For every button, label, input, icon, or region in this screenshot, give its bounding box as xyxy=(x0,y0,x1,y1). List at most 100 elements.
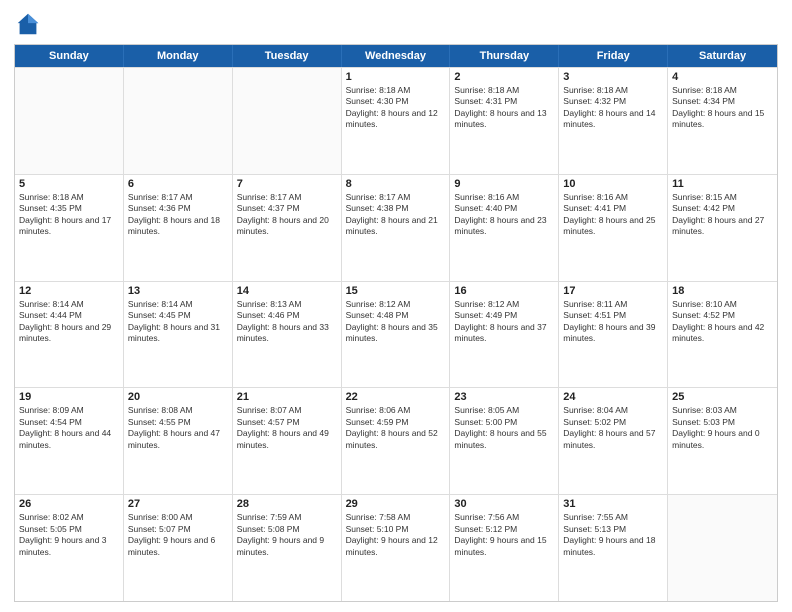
day-info: Sunrise: 8:09 AM Sunset: 4:54 PM Dayligh… xyxy=(19,405,119,451)
header-day-thursday: Thursday xyxy=(450,45,559,67)
calendar-day-13: 13 Sunrise: 8:14 AM Sunset: 4:45 PM Dayli… xyxy=(124,282,233,388)
day-number: 29 xyxy=(346,498,446,510)
day-info: Sunrise: 8:03 AM Sunset: 5:03 PM Dayligh… xyxy=(672,405,773,451)
header-day-tuesday: Tuesday xyxy=(233,45,342,67)
calendar-day-27: 27Sunrise: 8:00 AM Sunset: 5:07 PM Dayli… xyxy=(124,495,233,601)
day-info: Sunrise: 8:14 AM Sunset: 4:45 PM Dayligh… xyxy=(128,299,228,345)
calendar-day-25: 25Sunrise: 8:03 AM Sunset: 5:03 PM Dayli… xyxy=(668,388,777,494)
header-day-wednesday: Wednesday xyxy=(342,45,451,67)
calendar-day-24: 24 Sunrise: 8:04 AM Sunset: 5:02 PM Dayli… xyxy=(559,388,668,494)
day-number: 4 xyxy=(672,71,773,83)
calendar-day-5: 5 Sunrise: 8:18 AM Sunset: 4:35 PM Daylig… xyxy=(15,175,124,281)
header-day-friday: Friday xyxy=(559,45,668,67)
day-number: 11 xyxy=(672,178,773,190)
calendar-day-10: 10 Sunrise: 8:16 AM Sunset: 4:41 PM Dayli… xyxy=(559,175,668,281)
day-info: Sunrise: 8:04 AM Sunset: 5:02 PM Dayligh… xyxy=(563,405,663,451)
day-number: 18 xyxy=(672,285,773,297)
day-info: Sunrise: 8:13 AM Sunset: 4:46 PM Dayligh… xyxy=(237,299,337,345)
calendar-empty xyxy=(668,495,777,601)
day-info: Sunrise: 8:05 AM Sunset: 5:00 PM Dayligh… xyxy=(454,405,554,451)
calendar-day-21: 21 Sunrise: 8:07 AM Sunset: 4:57 PM Dayli… xyxy=(233,388,342,494)
day-info: Sunrise: 8:10 AM Sunset: 4:52 PM Dayligh… xyxy=(672,299,773,345)
day-info: Sunrise: 8:14 AM Sunset: 4:44 PM Dayligh… xyxy=(19,299,119,345)
calendar-day-17: 17 Sunrise: 8:11 AM Sunset: 4:51 PM Dayli… xyxy=(559,282,668,388)
calendar-header: SundayMondayTuesdayWednesdayThursdayFrid… xyxy=(15,45,777,67)
header-day-sunday: Sunday xyxy=(15,45,124,67)
calendar-day-4: 4 Sunrise: 8:18 AM Sunset: 4:34 PM Daylig… xyxy=(668,68,777,174)
day-number: 16 xyxy=(454,285,554,297)
day-number: 10 xyxy=(563,178,663,190)
page-header xyxy=(14,10,778,38)
day-number: 1 xyxy=(346,71,446,83)
calendar-week-4: 19 Sunrise: 8:09 AM Sunset: 4:54 PM Dayli… xyxy=(15,387,777,494)
day-info: Sunrise: 8:18 AM Sunset: 4:30 PM Dayligh… xyxy=(346,85,446,131)
day-number: 23 xyxy=(454,391,554,403)
day-info: Sunrise: 7:55 AM Sunset: 5:13 PM Dayligh… xyxy=(563,512,663,558)
day-info: Sunrise: 8:16 AM Sunset: 4:40 PM Dayligh… xyxy=(454,192,554,238)
day-number: 6 xyxy=(128,178,228,190)
day-info: Sunrise: 8:02 AM Sunset: 5:05 PM Dayligh… xyxy=(19,512,119,558)
day-number: 27 xyxy=(128,498,228,510)
calendar-day-12: 12Sunrise: 8:14 AM Sunset: 4:44 PM Dayli… xyxy=(15,282,124,388)
calendar-week-3: 12Sunrise: 8:14 AM Sunset: 4:44 PM Dayli… xyxy=(15,281,777,388)
calendar-day-8: 8 Sunrise: 8:17 AM Sunset: 4:38 PM Daylig… xyxy=(342,175,451,281)
day-number: 26 xyxy=(19,498,119,510)
day-number: 3 xyxy=(563,71,663,83)
calendar-day-1: 1 Sunrise: 8:18 AM Sunset: 4:30 PM Daylig… xyxy=(342,68,451,174)
calendar-empty xyxy=(15,68,124,174)
day-number: 17 xyxy=(563,285,663,297)
day-info: Sunrise: 8:18 AM Sunset: 4:31 PM Dayligh… xyxy=(454,85,554,131)
day-info: Sunrise: 8:17 AM Sunset: 4:36 PM Dayligh… xyxy=(128,192,228,238)
calendar: SundayMondayTuesdayWednesdayThursdayFrid… xyxy=(14,44,778,602)
calendar-day-15: 15 Sunrise: 8:12 AM Sunset: 4:48 PM Dayli… xyxy=(342,282,451,388)
day-info: Sunrise: 8:07 AM Sunset: 4:57 PM Dayligh… xyxy=(237,405,337,451)
calendar-day-26: 26 Sunrise: 8:02 AM Sunset: 5:05 PM Dayli… xyxy=(15,495,124,601)
day-info: Sunrise: 8:16 AM Sunset: 4:41 PM Dayligh… xyxy=(563,192,663,238)
day-number: 20 xyxy=(128,391,228,403)
logo xyxy=(14,10,46,38)
day-info: Sunrise: 8:18 AM Sunset: 4:32 PM Dayligh… xyxy=(563,85,663,131)
calendar-empty xyxy=(233,68,342,174)
day-number: 24 xyxy=(563,391,663,403)
day-number: 21 xyxy=(237,391,337,403)
day-info: Sunrise: 8:08 AM Sunset: 4:55 PM Dayligh… xyxy=(128,405,228,451)
calendar-week-5: 26 Sunrise: 8:02 AM Sunset: 5:05 PM Dayli… xyxy=(15,494,777,601)
calendar-day-11: 11 Sunrise: 8:15 AM Sunset: 4:42 PM Dayli… xyxy=(668,175,777,281)
day-number: 8 xyxy=(346,178,446,190)
day-info: Sunrise: 8:18 AM Sunset: 4:35 PM Dayligh… xyxy=(19,192,119,238)
day-number: 31 xyxy=(563,498,663,510)
calendar-day-20: 20 Sunrise: 8:08 AM Sunset: 4:55 PM Dayli… xyxy=(124,388,233,494)
day-number: 22 xyxy=(346,391,446,403)
day-number: 13 xyxy=(128,285,228,297)
day-info: Sunrise: 7:56 AM Sunset: 5:12 PM Dayligh… xyxy=(454,512,554,558)
calendar-day-31: 31 Sunrise: 7:55 AM Sunset: 5:13 PM Dayli… xyxy=(559,495,668,601)
day-number: 5 xyxy=(19,178,119,190)
day-number: 14 xyxy=(237,285,337,297)
header-day-monday: Monday xyxy=(124,45,233,67)
calendar-day-2: 2Sunrise: 8:18 AM Sunset: 4:31 PM Daylig… xyxy=(450,68,559,174)
calendar-day-19: 19 Sunrise: 8:09 AM Sunset: 4:54 PM Dayli… xyxy=(15,388,124,494)
calendar-day-3: 3 Sunrise: 8:18 AM Sunset: 4:32 PM Daylig… xyxy=(559,68,668,174)
header-day-saturday: Saturday xyxy=(668,45,777,67)
calendar-day-22: 22 Sunrise: 8:06 AM Sunset: 4:59 PM Dayli… xyxy=(342,388,451,494)
calendar-day-23: 23 Sunrise: 8:05 AM Sunset: 5:00 PM Dayli… xyxy=(450,388,559,494)
calendar-day-6: 6 Sunrise: 8:17 AM Sunset: 4:36 PM Daylig… xyxy=(124,175,233,281)
calendar-day-28: 28 Sunrise: 7:59 AM Sunset: 5:08 PM Dayli… xyxy=(233,495,342,601)
day-info: Sunrise: 8:11 AM Sunset: 4:51 PM Dayligh… xyxy=(563,299,663,345)
day-info: Sunrise: 8:17 AM Sunset: 4:38 PM Dayligh… xyxy=(346,192,446,238)
day-number: 28 xyxy=(237,498,337,510)
day-info: Sunrise: 8:06 AM Sunset: 4:59 PM Dayligh… xyxy=(346,405,446,451)
day-info: Sunrise: 8:18 AM Sunset: 4:34 PM Dayligh… xyxy=(672,85,773,131)
calendar-day-30: 30Sunrise: 7:56 AM Sunset: 5:12 PM Dayli… xyxy=(450,495,559,601)
day-number: 19 xyxy=(19,391,119,403)
calendar-day-16: 16Sunrise: 8:12 AM Sunset: 4:49 PM Dayli… xyxy=(450,282,559,388)
day-number: 15 xyxy=(346,285,446,297)
day-number: 9 xyxy=(454,178,554,190)
day-info: Sunrise: 8:15 AM Sunset: 4:42 PM Dayligh… xyxy=(672,192,773,238)
calendar-week-2: 5 Sunrise: 8:18 AM Sunset: 4:35 PM Daylig… xyxy=(15,174,777,281)
day-info: Sunrise: 8:12 AM Sunset: 4:48 PM Dayligh… xyxy=(346,299,446,345)
day-info: Sunrise: 8:17 AM Sunset: 4:37 PM Dayligh… xyxy=(237,192,337,238)
calendar-day-18: 18 Sunrise: 8:10 AM Sunset: 4:52 PM Dayli… xyxy=(668,282,777,388)
day-number: 7 xyxy=(237,178,337,190)
day-info: Sunrise: 7:59 AM Sunset: 5:08 PM Dayligh… xyxy=(237,512,337,558)
